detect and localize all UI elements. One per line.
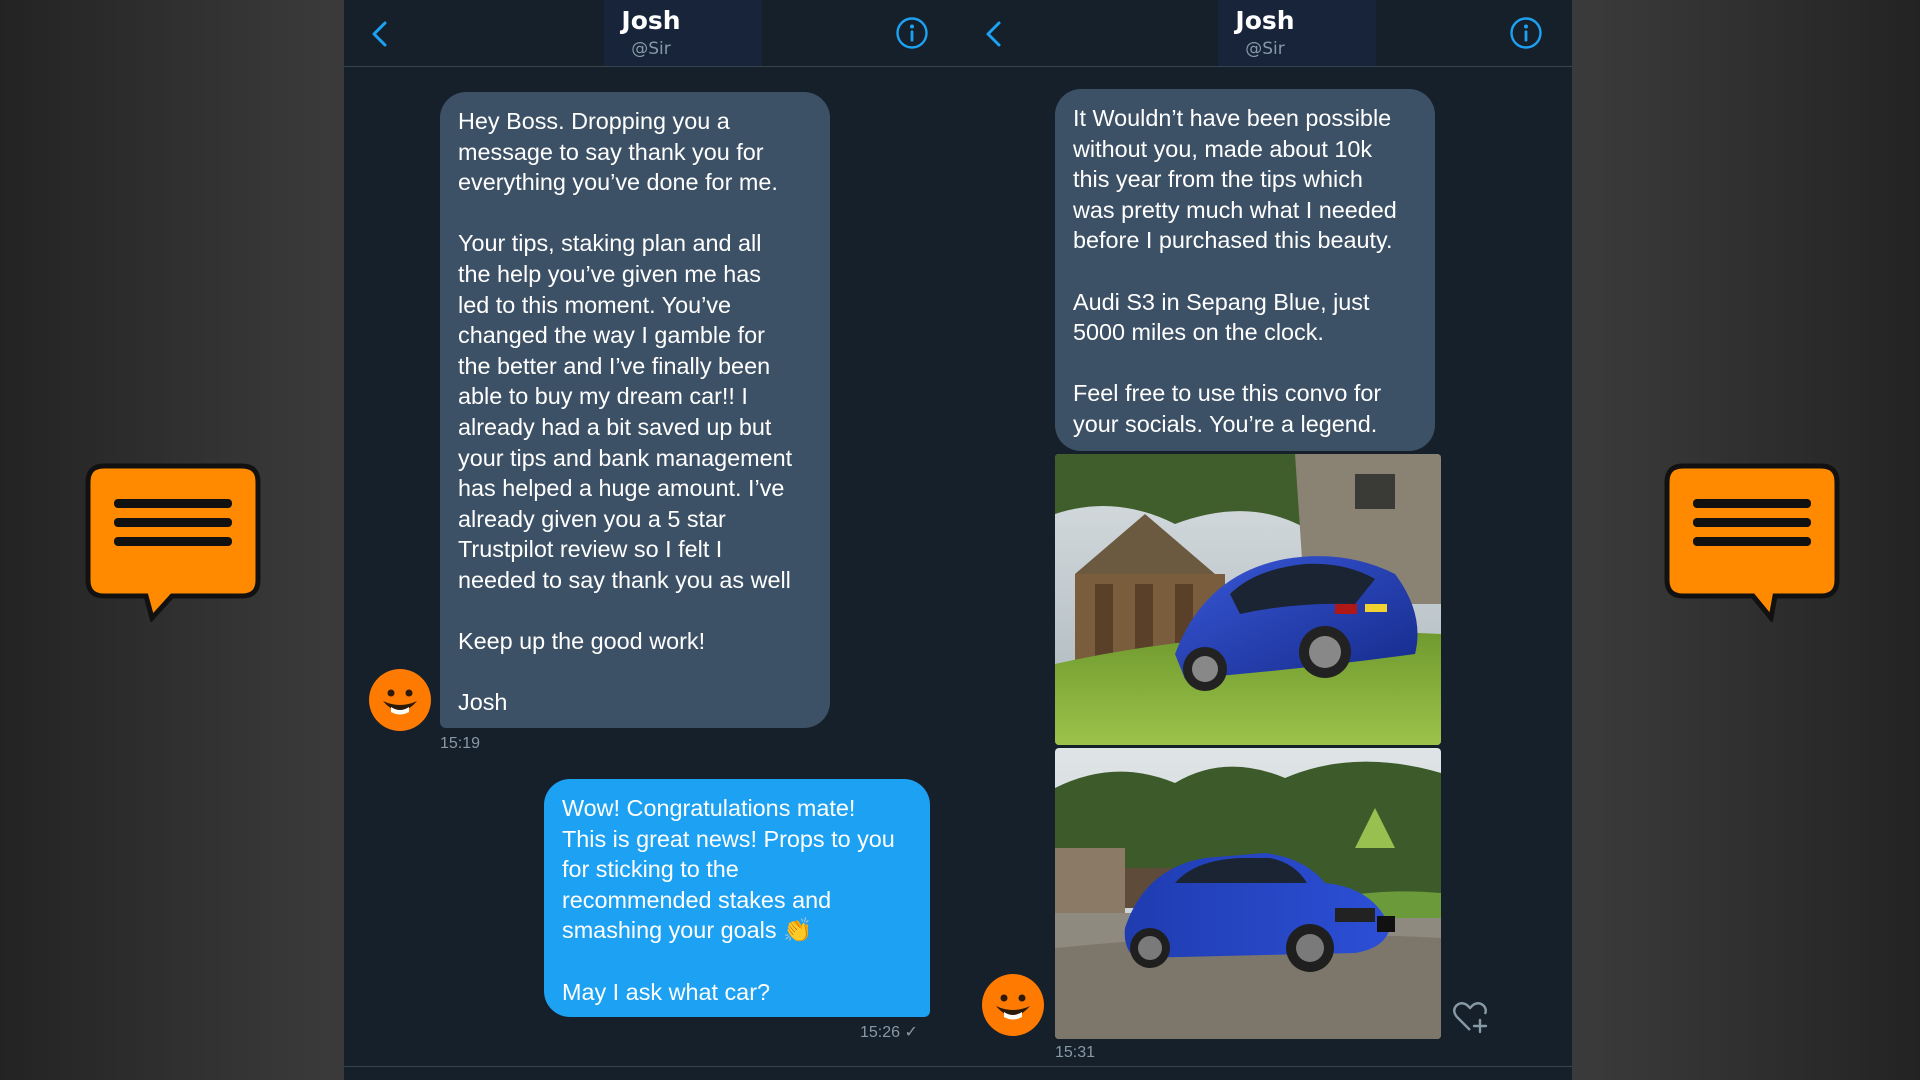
conversation-panel-left: Josh @Sir Hey Boss. Dropping you a messa… bbox=[344, 0, 958, 1080]
car-photo-rear[interactable] bbox=[1055, 454, 1441, 745]
contact-handle: @Sir bbox=[1245, 39, 1285, 59]
heart-plus-icon bbox=[1453, 1002, 1488, 1034]
info-button[interactable] bbox=[894, 15, 930, 51]
info-icon bbox=[1510, 17, 1542, 49]
info-button[interactable] bbox=[1508, 15, 1544, 51]
conversation-header: Josh @Sir bbox=[344, 0, 958, 67]
car-image bbox=[1055, 454, 1441, 745]
contact-avatar bbox=[982, 974, 1044, 1036]
contact-handle: @Sir bbox=[631, 39, 671, 59]
message-timestamp: 15:19 bbox=[440, 735, 481, 752]
message-timestamp: 15:31 bbox=[1055, 1044, 1096, 1061]
conversation-header: Josh @Sir bbox=[958, 0, 1572, 67]
car-image bbox=[1055, 748, 1441, 1039]
emoji-face-icon bbox=[996, 994, 1030, 1020]
contact-name: Josh bbox=[621, 6, 681, 35]
like-button[interactable] bbox=[1452, 1000, 1490, 1040]
incoming-message-bubble: It Wouldn’t have been possible without y… bbox=[1055, 89, 1435, 451]
car-photo-front[interactable] bbox=[1055, 748, 1441, 1039]
emoji-face-icon bbox=[383, 689, 417, 715]
incoming-message-bubble: Hey Boss. Dropping you a message to say … bbox=[440, 92, 830, 728]
info-icon bbox=[896, 17, 928, 49]
contact-avatar bbox=[369, 669, 431, 731]
conversation-panel-right: Josh @Sir It Wouldn’t have been possible… bbox=[958, 0, 1572, 1080]
divider bbox=[344, 1066, 958, 1067]
chat-bubble-icon bbox=[85, 463, 261, 622]
chat-bubble-icon bbox=[1664, 463, 1840, 622]
message-timestamp: 15:26 ✓ bbox=[860, 1024, 918, 1041]
outgoing-message-bubble: Wow! Congratulations mate! This is great… bbox=[544, 779, 930, 1017]
contact-name: Josh bbox=[1235, 6, 1295, 35]
divider bbox=[958, 1066, 1572, 1067]
